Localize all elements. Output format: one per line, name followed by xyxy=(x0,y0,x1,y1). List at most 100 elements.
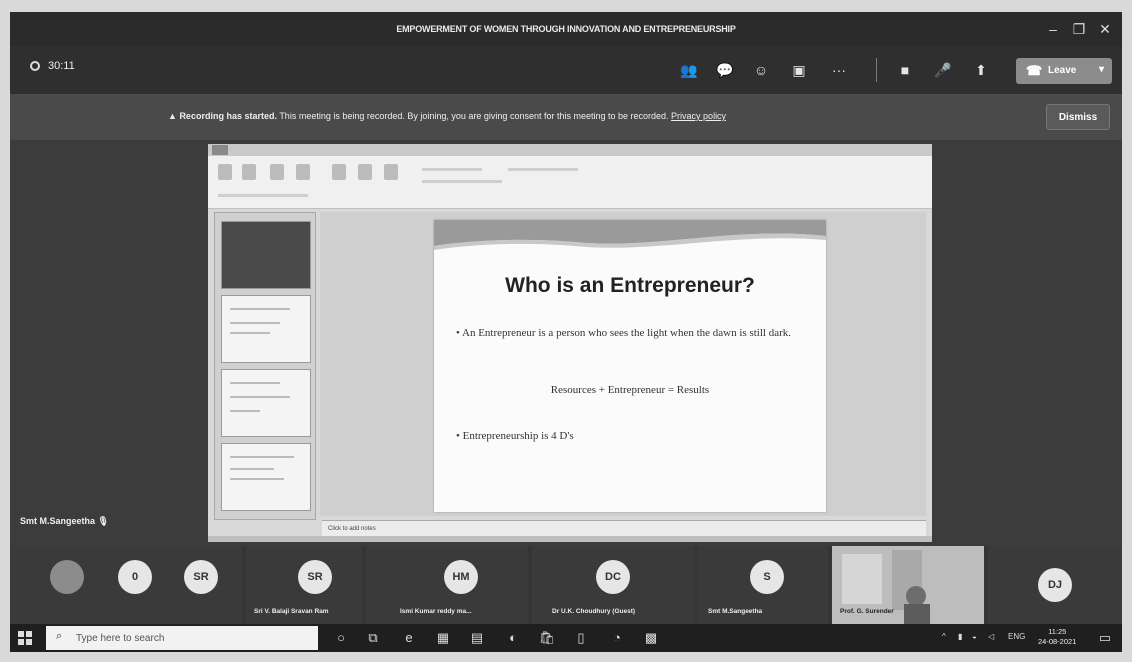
app-icon[interactable]: ◐ xyxy=(504,629,522,647)
avatar: SR xyxy=(298,560,332,594)
ribbon-icon xyxy=(384,164,398,180)
dismiss-button[interactable]: Dismiss xyxy=(1046,104,1110,130)
store-icon[interactable]: 🛍 xyxy=(538,629,556,647)
recording-message: ▲ Recording has started. This meeting is… xyxy=(168,111,726,121)
edge-icon[interactable]: e xyxy=(400,629,418,647)
ppt-status-bar xyxy=(208,536,932,542)
participant-video-tile[interactable]: Prof. G. Surender xyxy=(832,546,984,624)
clock-time: 11:25 xyxy=(1048,627,1067,636)
slide-editor: Who is an Entrepreneur? • An Entrepreneu… xyxy=(320,212,926,516)
ribbon-icon xyxy=(358,164,372,180)
warning-icon: ▲ xyxy=(168,111,177,121)
share-screen-icon[interactable]: ⬆ xyxy=(970,60,992,80)
recording-banner: ▲ Recording has started. This meeting is… xyxy=(10,94,1122,140)
close-icon[interactable]: ✕ xyxy=(1090,12,1120,46)
content-stage: Who is an Entrepreneur? • An Entrepreneu… xyxy=(10,140,1122,546)
avatar[interactable] xyxy=(50,560,84,594)
participant-tile[interactable]: DC Dr U.K. Choudhury (Guest) xyxy=(532,546,694,624)
avatar: DJ xyxy=(1038,568,1072,602)
teams-window: EMPOWERMENT OF WOMEN THROUGH INNOVATION … xyxy=(10,12,1122,652)
recording-started-text: Recording has started. xyxy=(179,111,277,121)
slide-thumbnail[interactable] xyxy=(221,221,311,289)
network-icon[interactable]: ◒ xyxy=(972,632,977,641)
participant-tile[interactable]: HM Ismi Kumar reddy ma... xyxy=(366,546,528,624)
toolbar-divider xyxy=(876,58,877,82)
camera-off-icon[interactable]: ■ xyxy=(894,60,916,80)
app-icon[interactable]: ▦ xyxy=(434,629,452,647)
reactions-icon[interactable]: ☺ xyxy=(750,60,772,80)
ribbon-icon xyxy=(296,164,310,180)
windows-taskbar: ⌕ Type here to search ○ ⧉ e ▦ ▤ ◐ 🛍 ▯ ◔ … xyxy=(10,624,1122,652)
chevron-down-icon[interactable]: ▾ xyxy=(1099,64,1104,75)
app-icon[interactable]: ▤ xyxy=(468,629,486,647)
tray-chevron-icon[interactable]: ^ xyxy=(942,632,946,641)
current-slide[interactable]: Who is an Entrepreneur? • An Entrepreneu… xyxy=(434,220,826,512)
window-title: EMPOWERMENT OF WOMEN THROUGH INNOVATION … xyxy=(396,24,736,34)
participant-name: Smt M.Sangeetha xyxy=(708,608,763,615)
app-icon[interactable]: ◔ xyxy=(608,629,626,647)
timer-icon xyxy=(30,61,40,72)
ribbon-icon xyxy=(242,164,256,180)
participant-tile-group: 0 SR xyxy=(10,546,242,624)
participant-name: Dr U.K. Choudhury (Guest) xyxy=(552,608,636,615)
slide-wave-decoration xyxy=(434,220,826,250)
slide-equation: Resources + Entrepreneur = Results xyxy=(550,384,710,396)
ppt-ribbon xyxy=(208,156,932,209)
taskbar-clock[interactable]: 11:25 24-08-2021 xyxy=(1038,627,1076,647)
ribbon-icon xyxy=(332,164,346,180)
ppt-file-tab xyxy=(212,145,228,155)
notifications-icon[interactable]: ▭ xyxy=(1096,629,1114,647)
mic-off-icon[interactable]: 🎤 xyxy=(932,60,954,80)
battery-icon: ▮ xyxy=(958,632,963,641)
slide-thumbnail[interactable] xyxy=(221,443,311,511)
ribbon-icon xyxy=(218,164,232,180)
volume-icon[interactable]: ◁ xyxy=(988,632,994,641)
slide-title: Who is an Entrepreneur? xyxy=(505,274,755,297)
cortana-icon[interactable]: ○ xyxy=(332,629,350,647)
slide-bullet: • Entrepreneurship is 4 D's xyxy=(456,430,574,442)
slide-thumbnails xyxy=(214,212,316,520)
app-icon[interactable]: ▩ xyxy=(642,629,660,647)
slide-thumbnail[interactable] xyxy=(221,369,311,437)
notes-pane[interactable]: Click to add notes xyxy=(322,520,926,536)
participant-name: Prof. G. Surender xyxy=(840,608,894,615)
participant-name: Ismi Kumar reddy ma... xyxy=(400,608,472,615)
participant-tile[interactable]: SR Sri V. Balaji Sravan Ram xyxy=(246,546,362,624)
leave-button[interactable]: ☎ Leave ▾ xyxy=(1016,58,1112,84)
recording-consent-text: This meeting is being recorded. By joini… xyxy=(279,111,669,121)
title-bar: EMPOWERMENT OF WOMEN THROUGH INNOVATION … xyxy=(10,12,1122,46)
language-indicator[interactable]: ENG xyxy=(1008,632,1025,641)
participant-tile[interactable]: DJ xyxy=(988,546,1122,624)
phone-icon: ☎ xyxy=(1026,63,1043,78)
privacy-policy-link[interactable]: Privacy policy xyxy=(671,111,726,121)
avatar[interactable]: SR xyxy=(184,560,218,594)
meeting-toolbar: 30:11 👥 💬 ☺ ▣ ··· ■ 🎤 ⬆ ☎ Leave ▾ xyxy=(10,46,1122,94)
avatar[interactable]: 0 xyxy=(118,560,152,594)
search-icon: ⌕ xyxy=(56,630,63,642)
participant-tile[interactable]: S Smt M.Sangeetha xyxy=(698,546,828,624)
meeting-timer: 30:11 xyxy=(30,60,75,72)
rooms-icon[interactable]: ▣ xyxy=(788,60,810,80)
app-icon[interactable]: ▯ xyxy=(572,629,590,647)
avatar: DC xyxy=(596,560,630,594)
windows-start-icon[interactable] xyxy=(18,631,32,645)
chat-icon[interactable]: 💬 xyxy=(714,60,736,80)
ppt-menu-bar xyxy=(208,144,932,156)
slide-thumbnail[interactable] xyxy=(221,295,311,363)
participant-strip: 0 SR SR Sri V. Balaji Sravan Ram HM Ismi… xyxy=(10,546,1122,624)
slide-bullet: • An Entrepreneur is a person who sees t… xyxy=(456,327,792,339)
task-view-icon[interactable]: ⧉ xyxy=(364,629,382,647)
timer-value: 30:11 xyxy=(48,60,75,72)
participant-name: Sri V. Balaji Sravan Ram xyxy=(254,608,329,615)
participants-icon[interactable]: 👥 xyxy=(678,60,700,80)
search-placeholder: Type here to search xyxy=(76,633,165,644)
ribbon-group xyxy=(508,168,578,171)
avatar: HM xyxy=(444,560,478,594)
more-actions-icon[interactable]: ··· xyxy=(828,60,850,80)
taskbar-search-input[interactable]: ⌕ Type here to search xyxy=(46,626,318,650)
ribbon-icon xyxy=(270,164,284,180)
presenter-name-label: Smt M.Sangeetha 🎙 xyxy=(20,516,109,526)
shared-screen: Who is an Entrepreneur? • An Entrepreneu… xyxy=(208,144,932,542)
avatar: S xyxy=(750,560,784,594)
ribbon-group xyxy=(422,180,502,183)
